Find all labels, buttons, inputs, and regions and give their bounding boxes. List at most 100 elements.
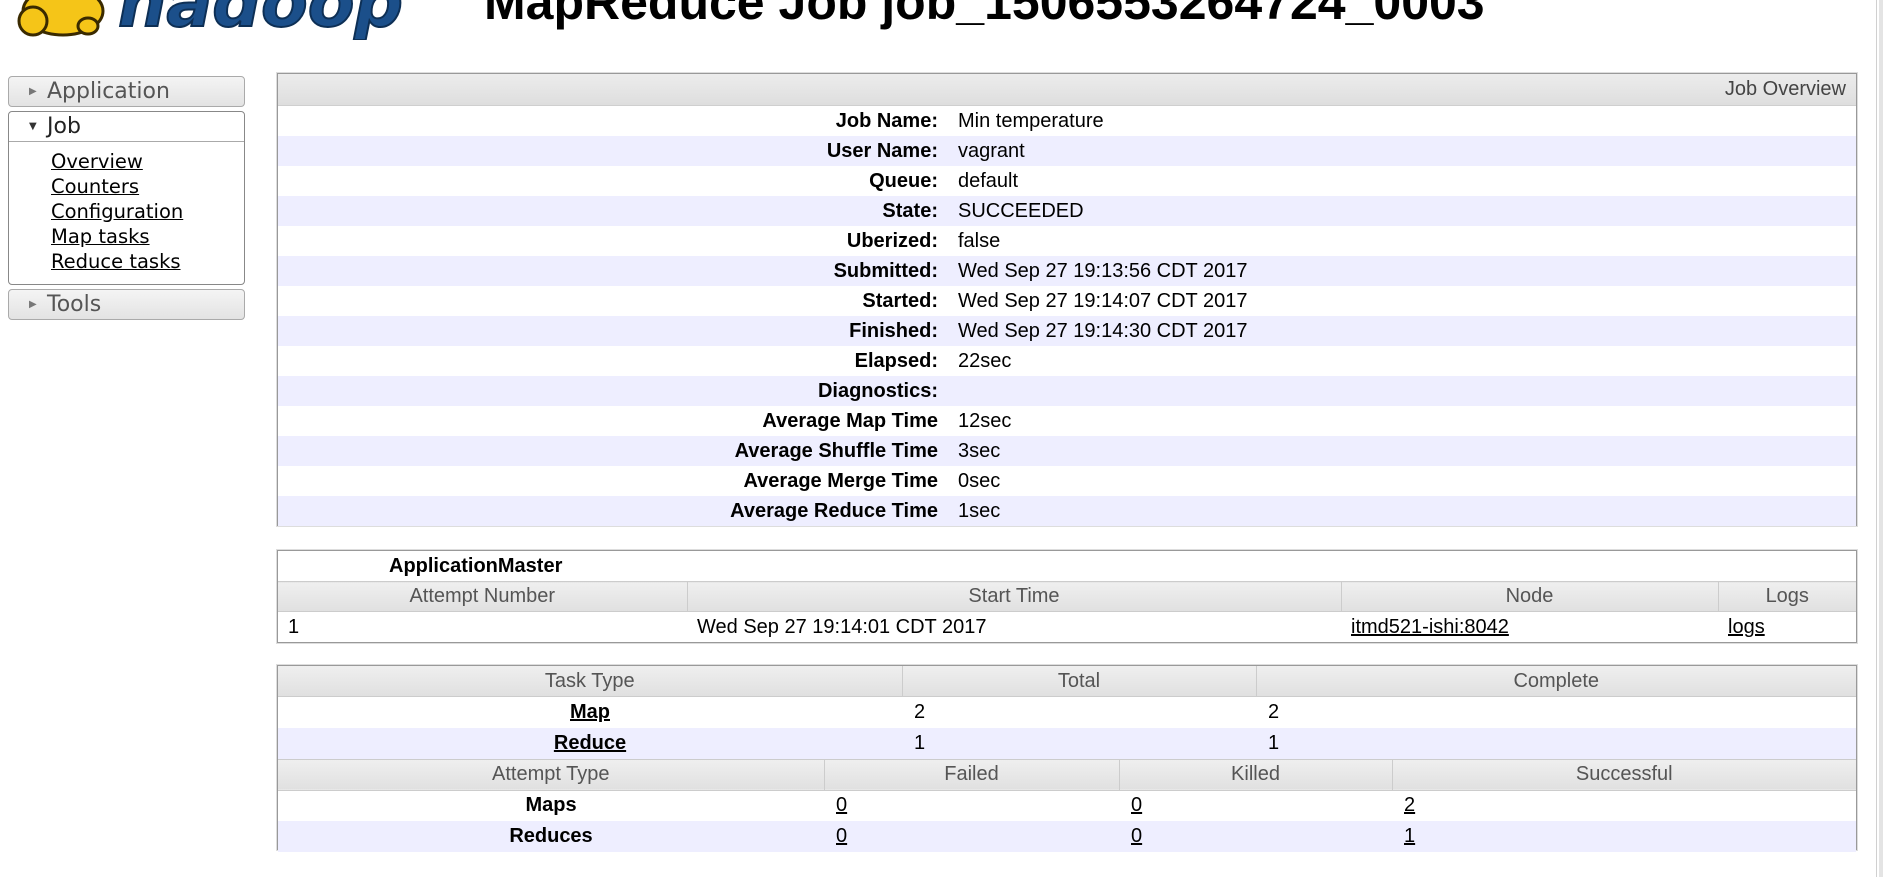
table-row: Reduces 0 0 1 bbox=[278, 821, 1856, 852]
table-row: Reduce 1 1 bbox=[278, 727, 1856, 759]
table-row: Started: Wed Sep 27 19:14:07 CDT 2017 bbox=[278, 286, 1856, 316]
attempt-type-maps: Maps bbox=[525, 794, 577, 817]
job-overview-heading: Job Overview bbox=[278, 74, 1856, 106]
overview-label: Average Merge Time bbox=[743, 469, 938, 492]
overview-value: default bbox=[958, 169, 1019, 192]
page-header: hadoop MapReduce Job job_1506553264724_0… bbox=[0, 0, 1883, 44]
column-header-attempt-type[interactable]: Attempt Type bbox=[278, 758, 824, 791]
nav-section-tools[interactable]: ▶ Tools bbox=[8, 289, 245, 320]
logo-wordmark: hadoop bbox=[118, 0, 403, 40]
nav-link-map-tasks[interactable]: Map tasks bbox=[51, 225, 150, 248]
start-time-cell: Wed Sep 27 19:14:01 CDT 2017 bbox=[697, 616, 987, 638]
map-total-cell: 2 bbox=[914, 700, 926, 723]
table-row: User Name: vagrant bbox=[278, 136, 1856, 166]
column-header-killed[interactable]: Killed bbox=[1118, 758, 1392, 791]
column-header-start-time[interactable]: Start Time bbox=[686, 581, 1341, 612]
table-row: Average Shuffle Time 3sec bbox=[278, 436, 1856, 466]
overview-value: vagrant bbox=[958, 139, 1025, 162]
caret-down-icon: ▼ bbox=[29, 121, 37, 132]
task-type-map-link[interactable]: Map bbox=[570, 701, 610, 723]
column-header-task-type[interactable]: Task Type bbox=[278, 666, 902, 697]
reduces-failed-link[interactable]: 0 bbox=[836, 825, 847, 847]
scrollbar-divider bbox=[1876, 0, 1877, 877]
nav-link-configuration[interactable]: Configuration bbox=[51, 200, 183, 223]
overview-value: Wed Sep 27 19:14:07 CDT 2017 bbox=[958, 289, 1248, 312]
overview-value: 22sec bbox=[958, 349, 1012, 372]
application-master-table: Attempt Number Start Time Node Logs 1 We… bbox=[278, 581, 1856, 643]
overview-value: SUCCEEDED bbox=[958, 199, 1084, 222]
column-header-node[interactable]: Node bbox=[1340, 581, 1718, 612]
overview-value: Wed Sep 27 19:14:30 CDT 2017 bbox=[958, 319, 1248, 342]
table-row: 1 Wed Sep 27 19:14:01 CDT 2017 itmd521-i… bbox=[278, 612, 1856, 644]
overview-label: Job Name: bbox=[835, 109, 938, 132]
overview-label: Submitted: bbox=[833, 259, 938, 282]
overview-value: false bbox=[958, 229, 1001, 252]
overview-value bbox=[958, 376, 1856, 406]
maps-failed-link[interactable]: 0 bbox=[836, 794, 847, 816]
column-header-total[interactable]: Total bbox=[901, 666, 1256, 697]
nav-link-overview[interactable]: Overview bbox=[51, 150, 143, 173]
overview-label: Elapsed: bbox=[854, 349, 938, 372]
table-row: State: SUCCEEDED bbox=[278, 196, 1856, 226]
nav-head-job[interactable]: ▼ Job bbox=[9, 112, 244, 142]
map-complete-cell: 2 bbox=[1268, 700, 1280, 723]
logs-link[interactable]: logs bbox=[1728, 616, 1765, 638]
column-header-complete[interactable]: Complete bbox=[1255, 666, 1856, 697]
column-header-successful[interactable]: Successful bbox=[1391, 758, 1856, 791]
application-master-panel: ApplicationMaster Attempt Number Start T… bbox=[277, 550, 1857, 643]
overview-label: Uberized: bbox=[846, 229, 938, 252]
table-row: Average Merge Time 0sec bbox=[278, 466, 1856, 496]
table-row: Map 2 2 bbox=[278, 696, 1856, 728]
job-nav-list: Overview Counters Configuration Map task… bbox=[9, 142, 244, 284]
maps-killed-link[interactable]: 0 bbox=[1131, 794, 1142, 816]
nav-head-application[interactable]: ▶ Application bbox=[9, 77, 244, 106]
table-row: Average Map Time 12sec bbox=[278, 406, 1856, 436]
caret-right-icon: ▶ bbox=[29, 86, 37, 97]
task-type-reduce-link[interactable]: Reduce bbox=[554, 732, 626, 754]
nav-label-application: Application bbox=[47, 79, 170, 104]
reduce-total-cell: 1 bbox=[914, 731, 926, 754]
overview-label: Started: bbox=[862, 289, 938, 312]
attempt-type-table: Attempt Type Failed Killed Successful Ma… bbox=[278, 758, 1856, 852]
nav-section-application[interactable]: ▶ Application bbox=[8, 76, 245, 107]
column-header-attempt-number[interactable]: Attempt Number bbox=[278, 581, 687, 612]
nav-label-tools: Tools bbox=[47, 292, 102, 317]
overview-value: 1sec bbox=[958, 499, 1001, 522]
hadoop-logo: hadoop bbox=[17, 0, 404, 40]
reduces-successful-link[interactable]: 1 bbox=[1404, 825, 1415, 847]
table-row: Submitted: Wed Sep 27 19:13:56 CDT 2017 bbox=[278, 256, 1856, 286]
maps-successful-link[interactable]: 2 bbox=[1404, 794, 1415, 816]
table-row: Finished: Wed Sep 27 19:14:30 CDT 2017 bbox=[278, 316, 1856, 346]
table-row: Elapsed: 22sec bbox=[278, 346, 1856, 376]
vertical-scrollbar[interactable] bbox=[1879, 0, 1883, 877]
overview-label: Average Reduce Time bbox=[730, 499, 938, 522]
sidebar-nav: ▶ Application ▼ Job Overview Counters Co… bbox=[8, 76, 245, 324]
overview-label: User Name: bbox=[826, 139, 938, 162]
reduces-killed-link[interactable]: 0 bbox=[1131, 825, 1142, 847]
nav-link-reduce-tasks[interactable]: Reduce tasks bbox=[51, 250, 181, 273]
nav-section-job: ▼ Job Overview Counters Configuration Ma… bbox=[8, 111, 245, 285]
table-row: Average Reduce Time 1sec bbox=[278, 496, 1856, 526]
job-overview-panel: Job Overview Job Name: Min temperature Use… bbox=[277, 73, 1857, 526]
nav-label-job: Job bbox=[47, 114, 81, 139]
overview-value: 3sec bbox=[958, 439, 1001, 462]
node-link[interactable]: itmd521-ishi:8042 bbox=[1351, 616, 1509, 638]
caret-right-icon: ▶ bbox=[29, 299, 37, 310]
overview-value: 0sec bbox=[958, 469, 1001, 492]
attempt-number-cell: 1 bbox=[288, 616, 300, 638]
task-summary-panel: Task Type Total Complete Map 2 2 Reduce … bbox=[277, 665, 1857, 852]
reduce-complete-cell: 1 bbox=[1268, 731, 1280, 754]
nav-link-counters[interactable]: Counters bbox=[51, 175, 139, 198]
column-header-logs[interactable]: Logs bbox=[1717, 581, 1856, 612]
overview-value: 12sec bbox=[958, 409, 1012, 432]
table-row: Job Name: Min temperature bbox=[278, 106, 1856, 136]
overview-label: Average Shuffle Time bbox=[734, 439, 938, 462]
column-header-failed[interactable]: Failed bbox=[823, 758, 1119, 791]
nav-head-tools[interactable]: ▶ Tools bbox=[9, 290, 244, 319]
table-row: Uberized: false bbox=[278, 226, 1856, 256]
overview-label: State: bbox=[882, 199, 938, 222]
overview-label: Diagnostics: bbox=[817, 379, 938, 402]
attempt-type-reduces: Reduces bbox=[509, 825, 593, 847]
page-title: MapReduce Job job_1506553264724_0003 bbox=[484, 0, 1485, 30]
overview-value: Wed Sep 27 19:13:56 CDT 2017 bbox=[958, 259, 1248, 282]
